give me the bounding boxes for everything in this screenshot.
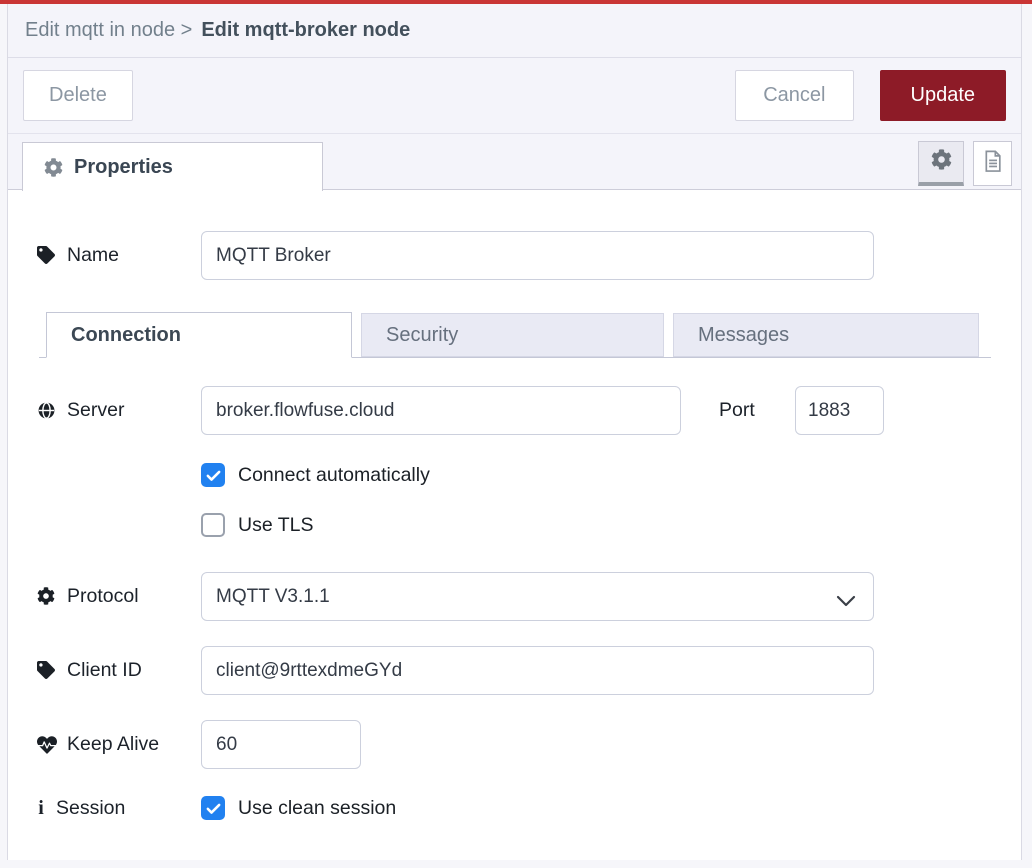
- breadcrumb: Edit mqtt in node > Edit mqtt-broker nod…: [8, 4, 1021, 58]
- delete-button[interactable]: Delete: [23, 70, 133, 121]
- connect-automatically-row: Connect automatically: [201, 462, 430, 488]
- page-title: Edit mqtt-broker node: [201, 19, 410, 42]
- name-input[interactable]: [201, 231, 874, 280]
- client-id-label: Client ID: [37, 646, 142, 695]
- heartbeat-icon: [37, 735, 56, 754]
- cancel-button[interactable]: Cancel: [735, 70, 853, 121]
- node-description-button[interactable]: [973, 141, 1012, 186]
- dialog-button-bar: Delete Cancel Update: [8, 58, 1021, 134]
- tab-security[interactable]: Security: [361, 313, 664, 357]
- server-label: Server: [37, 386, 124, 435]
- clean-session-checkbox[interactable]: [201, 796, 225, 820]
- clean-session-label: Use clean session: [238, 797, 396, 820]
- connect-automatically-checkbox[interactable]: [201, 463, 225, 487]
- info-icon: i: [37, 797, 45, 820]
- editor-tab-bar: Properties: [8, 134, 1021, 190]
- keep-alive-input[interactable]: [201, 720, 361, 769]
- connect-automatically-label: Connect automatically: [238, 464, 430, 487]
- breadcrumb-parent[interactable]: Edit mqtt in node >: [25, 19, 192, 42]
- gear-icon: [37, 587, 56, 606]
- tab-properties-label: Properties: [74, 156, 173, 179]
- port-input[interactable]: [795, 386, 884, 435]
- session-label: i Session: [37, 784, 125, 833]
- broker-subtabs: Connection Security Messages: [39, 312, 991, 358]
- update-button[interactable]: Update: [880, 70, 1007, 121]
- use-tls-row: Use TLS: [201, 512, 314, 538]
- tab-properties[interactable]: Properties: [22, 142, 323, 191]
- clean-session-row: Use clean session: [201, 795, 396, 821]
- use-tls-checkbox[interactable]: [201, 513, 225, 537]
- port-label: Port: [719, 386, 755, 435]
- protocol-select[interactable]: MQTT V3.1.1: [201, 572, 874, 621]
- editor-top-red-bar: [0, 0, 1032, 4]
- protocol-label: Protocol: [37, 572, 139, 621]
- chevron-down-icon: [836, 591, 856, 613]
- gear-icon: [931, 149, 952, 175]
- keep-alive-label: Keep Alive: [37, 720, 159, 769]
- name-label: Name: [37, 231, 119, 280]
- gear-icon: [44, 158, 63, 177]
- tab-connection[interactable]: Connection: [46, 312, 352, 358]
- tag-icon: [37, 246, 56, 265]
- tag-icon: [37, 661, 56, 680]
- node-properties-button[interactable]: [918, 141, 964, 186]
- client-id-input[interactable]: [201, 646, 874, 695]
- globe-icon: [37, 401, 56, 420]
- edit-node-dialog: Edit mqtt in node > Edit mqtt-broker nod…: [7, 4, 1022, 860]
- tab-messages[interactable]: Messages: [673, 313, 979, 357]
- document-icon: [979, 148, 1006, 180]
- node-edit-form: Name Connection Security Messages Server…: [8, 190, 1021, 860]
- tab-action-buttons: [918, 141, 1012, 186]
- use-tls-label: Use TLS: [238, 514, 314, 537]
- server-input[interactable]: [201, 386, 681, 435]
